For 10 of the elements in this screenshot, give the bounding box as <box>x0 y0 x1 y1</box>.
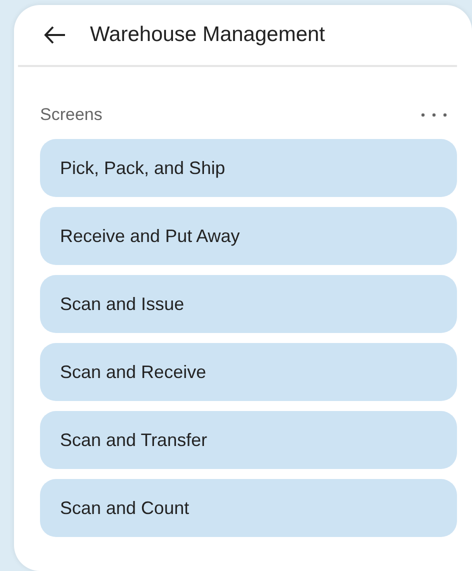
screen-list-item[interactable]: Pick, Pack, and Ship <box>40 139 457 197</box>
screen-list-item[interactable]: Scan and Count <box>40 479 457 537</box>
more-options-icon[interactable] <box>421 113 447 117</box>
section-title: Screens <box>40 105 102 125</box>
screen-list-item[interactable]: Receive and Put Away <box>40 207 457 265</box>
screen-list-item[interactable]: Scan and Receive <box>40 343 457 401</box>
back-arrow-icon[interactable] <box>44 26 66 44</box>
screen-list-item[interactable]: Scan and Issue <box>40 275 457 333</box>
screen-title: Warehouse Management <box>90 23 326 47</box>
screen-list-item[interactable]: Scan and Transfer <box>40 411 457 469</box>
